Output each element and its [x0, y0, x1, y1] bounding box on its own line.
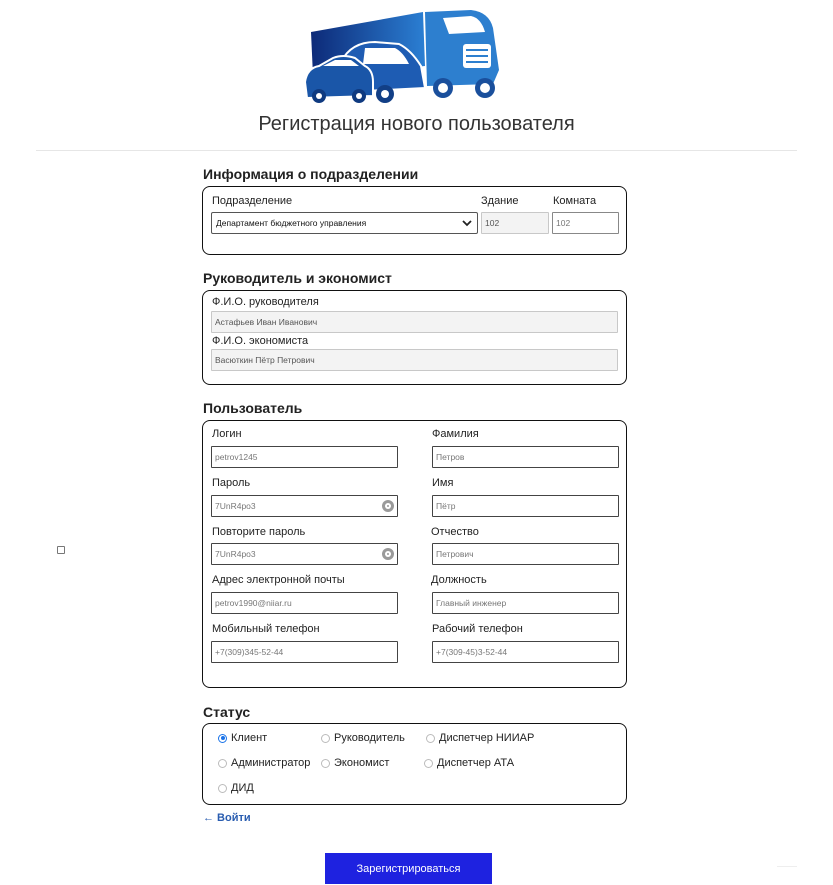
radio-selected-icon	[218, 733, 227, 743]
head-label: Ф.И.О. руководителя	[212, 296, 319, 308]
page-title: Регистрация нового пользователя	[258, 113, 575, 135]
managers-box: Ф.И.О. руководителя Астафьев Иван Иванов…	[202, 290, 627, 385]
mobile-field[interactable]: +7(309)345-52-44	[211, 641, 398, 663]
status-box: Клиент Руководитель Диспетчер НИИАР Адми…	[202, 723, 627, 805]
economist-label: Ф.И.О. экономиста	[212, 335, 309, 347]
side-checkbox[interactable]	[57, 546, 65, 554]
position-label: Должность	[431, 574, 487, 586]
password2-value: 7UnR4po3	[215, 549, 256, 559]
unit-label: Подразделение	[212, 195, 293, 207]
position-field[interactable]: Главный инженер	[432, 592, 619, 614]
division-box: Подразделение Департамент бюджетного упр…	[202, 186, 627, 255]
head-field: Астафьев Иван Иванович	[211, 311, 618, 333]
password-field[interactable]: 7UnR4po3	[211, 495, 398, 517]
status-option-label: ДИД	[231, 782, 254, 794]
password2-field[interactable]: 7UnR4po3	[211, 543, 398, 565]
status-option-label: Клиент	[231, 732, 268, 744]
building-label: Здание	[481, 195, 519, 207]
unit-select-value: Департамент бюджетного управления	[216, 218, 367, 228]
status-option-label: Администратор	[231, 757, 311, 769]
firstname-label: Имя	[432, 477, 454, 489]
work-phone-field[interactable]: +7(309-45)3-52-44	[432, 641, 619, 663]
work-phone-label: Рабочий телефон	[432, 623, 523, 635]
divider	[36, 150, 797, 151]
room-field[interactable]: 102	[552, 212, 619, 234]
status-option-label: Экономист	[334, 757, 390, 769]
radio-icon	[426, 733, 435, 743]
password-value: 7UnR4po3	[215, 501, 256, 511]
eye-icon[interactable]	[382, 500, 394, 512]
email-field[interactable]: petrov1990@niiar.ru	[211, 592, 398, 614]
lastname-field[interactable]: Петров	[432, 446, 619, 468]
divider	[777, 866, 797, 867]
unit-select[interactable]: Департамент бюджетного управления	[211, 212, 478, 234]
economist-field: Васюткин Пётр Петрович	[211, 349, 618, 371]
user-section-title: Пользователь	[203, 400, 303, 416]
password-label: Пароль	[212, 477, 251, 489]
status-option-manager[interactable]: Руководитель	[321, 732, 405, 744]
status-option-client[interactable]: Клиент	[218, 732, 267, 744]
radio-icon	[218, 783, 227, 793]
status-option-admin[interactable]: Администратор	[218, 757, 310, 769]
radio-icon	[321, 733, 330, 743]
status-option-dispatcher-ata[interactable]: Диспетчер АТА	[424, 757, 514, 769]
status-option-economist[interactable]: Экономист	[321, 757, 389, 769]
email-label: Адрес электронной почты	[212, 574, 345, 586]
truck-logo	[303, 10, 499, 103]
radio-icon	[218, 758, 227, 768]
eye-icon[interactable]	[382, 548, 394, 560]
status-option-label: Диспетчер АТА	[437, 757, 515, 769]
status-option-label: Диспетчер НИИАР	[439, 732, 535, 744]
patronymic-label: Отчество	[431, 526, 479, 538]
status-option-dispatcher-niiar[interactable]: Диспетчер НИИАР	[426, 732, 534, 744]
radio-icon	[321, 758, 330, 768]
room-label: Комната	[553, 195, 597, 207]
managers-section-title: Руководитель и экономист	[203, 270, 392, 286]
patronymic-field[interactable]: Петрович	[432, 543, 619, 565]
login-field[interactable]: petrov1245	[211, 446, 398, 468]
login-link[interactable]: ← Войти	[203, 812, 251, 824]
building-field: 102	[481, 212, 549, 234]
chevron-down-icon	[462, 220, 472, 227]
login-label: Логин	[212, 428, 242, 440]
register-button[interactable]: Зарегистрироваться	[325, 853, 492, 884]
password2-label: Повторите пароль	[212, 526, 306, 538]
status-option-label: Руководитель	[334, 732, 405, 744]
mobile-label: Мобильный телефон	[212, 623, 320, 635]
radio-icon	[424, 758, 433, 768]
status-section-title: Статус	[203, 704, 251, 720]
status-option-did[interactable]: ДИД	[218, 782, 254, 794]
firstname-field[interactable]: Пётр	[432, 495, 619, 517]
division-section-title: Информация о подразделении	[203, 166, 419, 182]
lastname-label: Фамилия	[432, 428, 479, 440]
user-box: Логин petrov1245 Фамилия Петров Пароль 7…	[202, 420, 627, 688]
